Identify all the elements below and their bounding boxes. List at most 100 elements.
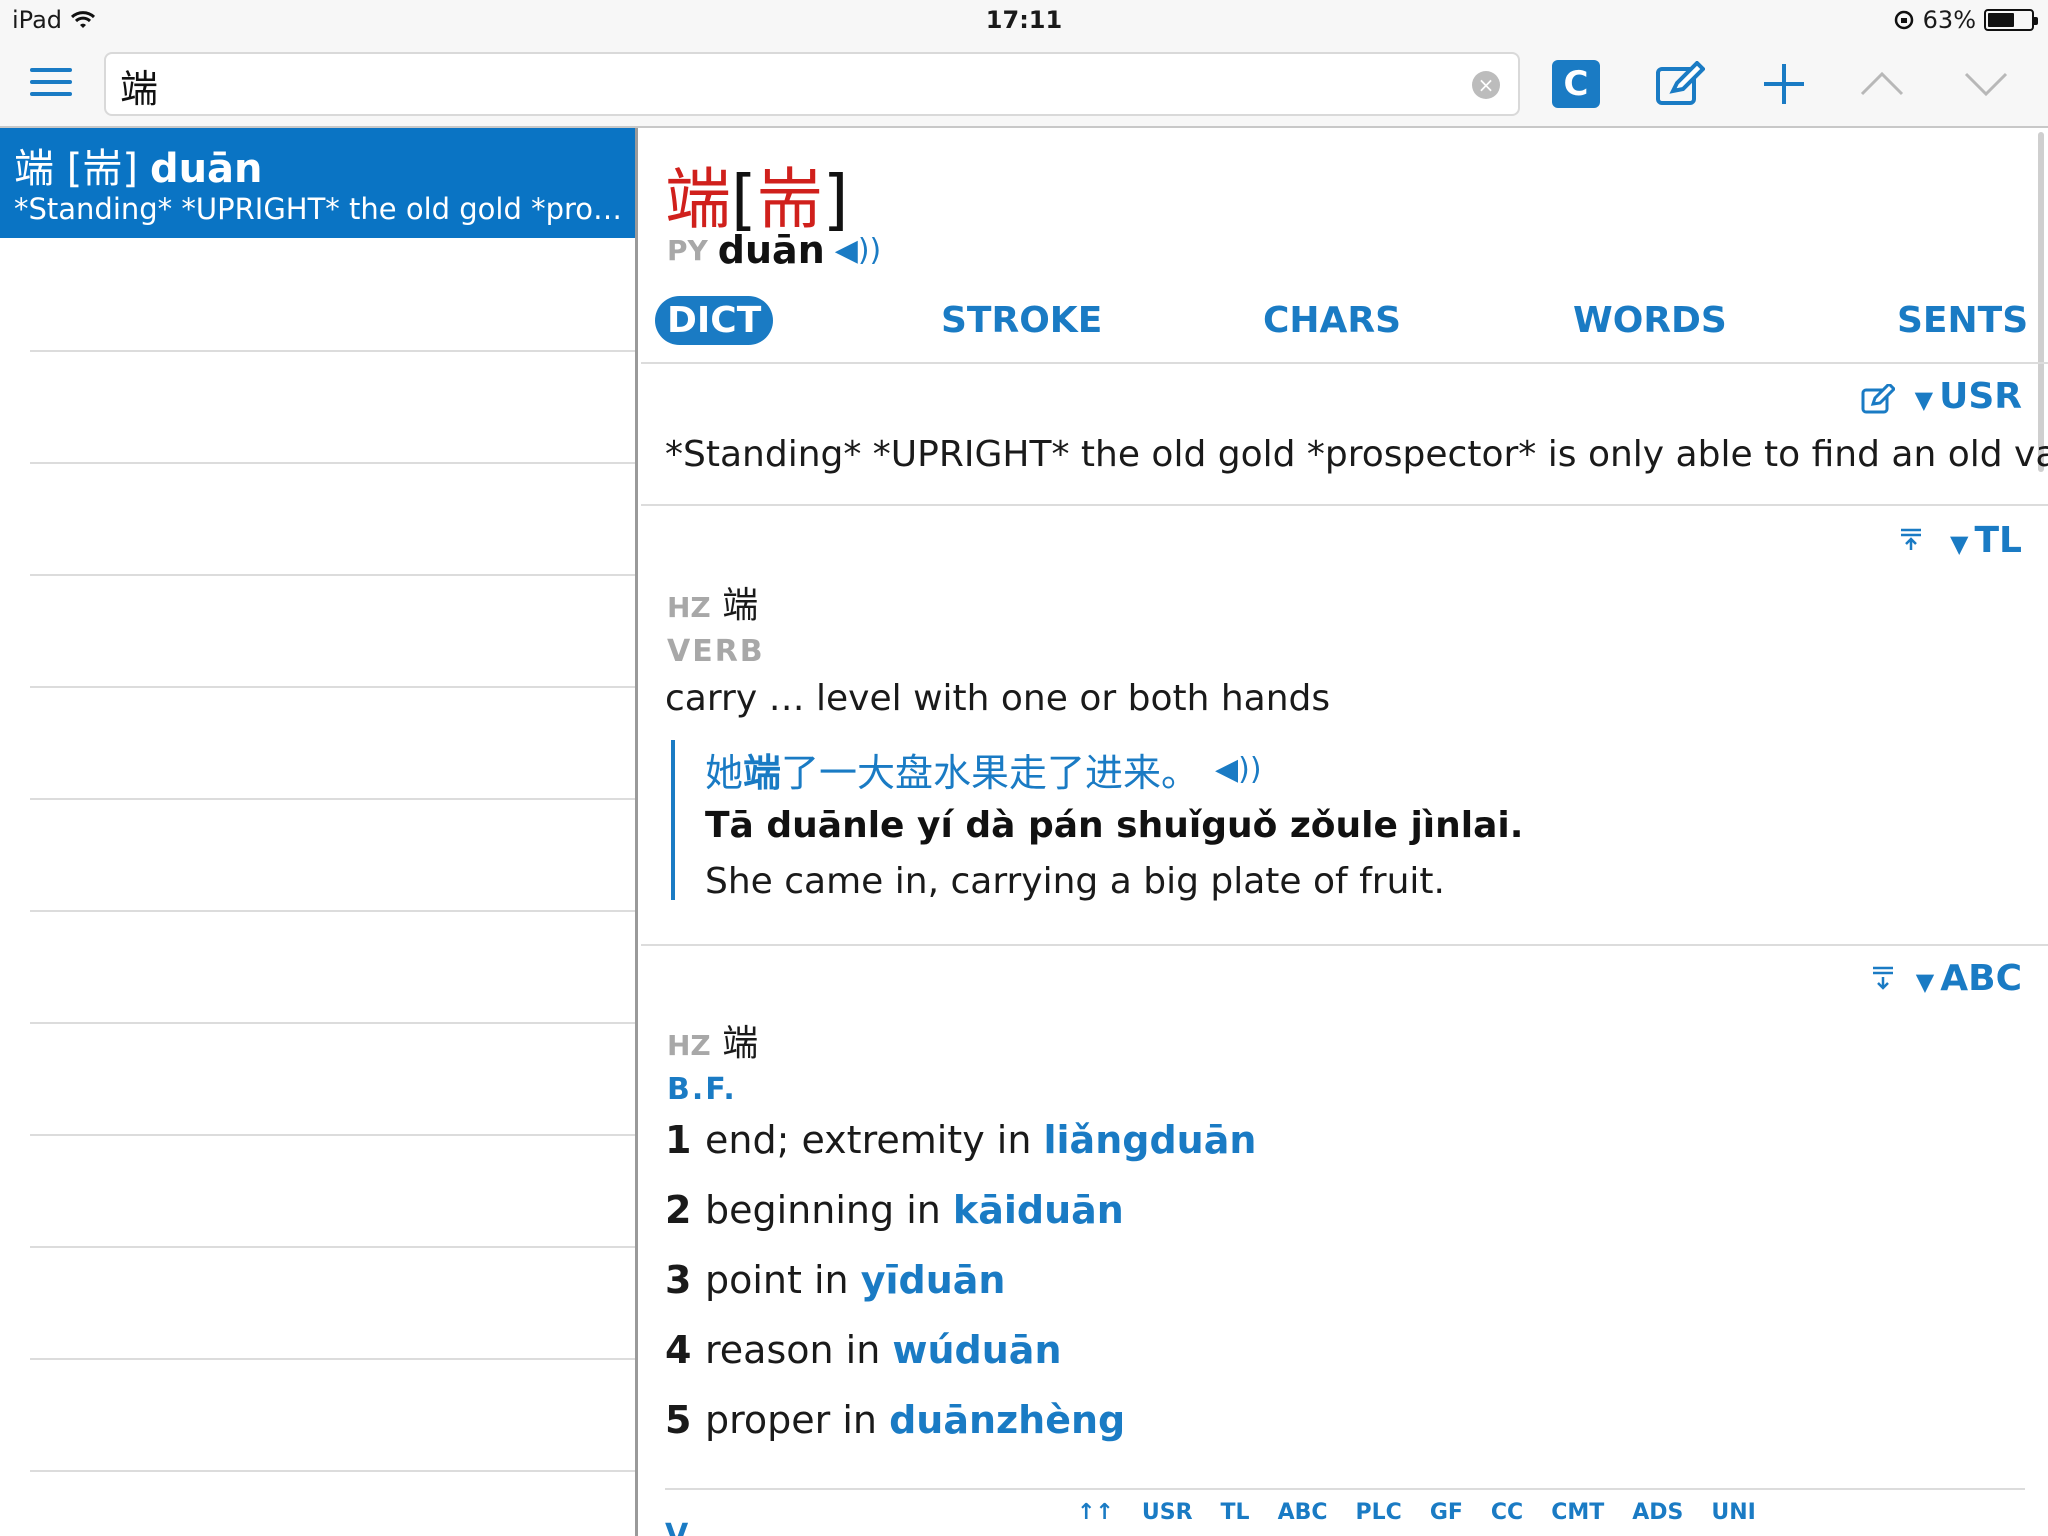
row-divider [30,1358,635,1360]
search-box: × [104,52,1520,116]
tab-words[interactable]: WORDS [1561,296,1739,345]
sense-text: reason in [705,1328,893,1372]
sense-number: 4 [665,1328,692,1372]
row-divider [30,798,635,800]
part-of-speech: B.F. [667,1072,737,1107]
example-py-pre: Tā [705,805,767,846]
hamburger-menu-icon[interactable] [30,68,72,100]
section-abc-label: ABC [1940,958,2022,999]
tl-definition: carry … level with one or both hands [665,678,1331,719]
rotation-lock-icon [1894,10,1913,30]
speaker-icon[interactable]: ◀)) [1215,752,1261,787]
result-pinyin: duān [149,146,263,192]
sense-link[interactable]: yīduān [861,1258,1006,1302]
section-nav-bar: ↑↑ USR TL ABC PLC GF CC CMT ADS UNI V [665,1488,2025,1536]
example-zh-bold: 端 [743,750,782,795]
tab-chars[interactable]: CHARS [1251,296,1413,345]
example-zh-post: 了一大盘水果走了进来。 [781,750,1200,795]
result-snippet: *Standing* *UPRIGHT* the old gold *prosp… [14,192,624,226]
bracket-close: ] [822,161,849,238]
chevron-down-icon[interactable] [1960,58,2012,110]
row-divider [30,1022,635,1024]
edit-icon[interactable] [1861,381,1897,421]
headword-variant: 耑 [756,161,823,238]
sense-text: point in [705,1258,861,1302]
example-chinese: 她端了一大盘水果走了进来。 ◀)) [705,740,1971,798]
hz-tag: HZ [667,591,711,624]
sense-item: 4 reason in wúduān [665,1328,1062,1372]
results-list: 端 [耑] duān *Standing* *UPRIGHT* the old g… [0,128,638,1536]
divider [641,362,2048,364]
status-right: 63% [1893,6,2038,34]
sense-item: 3 point in yīduān [665,1258,1005,1302]
row-divider [30,350,635,352]
sense-text: proper in [705,1398,890,1442]
section-abc-toggle[interactable]: ▼ ABC [1916,958,2022,999]
clock: 17:11 [985,6,1063,34]
sense-link[interactable]: kāiduān [953,1188,1124,1232]
row-divider [30,574,635,576]
example-pinyin: Tā duānle yí dà pán shuǐguǒ zǒule jìnlai… [705,798,1971,854]
sense-item: 2 beginning in kāiduān [665,1188,1124,1232]
example-english: She came in, carrying a big plate of fru… [705,861,1445,902]
toolbar: × C [0,40,2048,128]
tab-stroke[interactable]: STROKE [929,296,1114,345]
row-divider [30,910,635,912]
divider [641,944,2048,946]
tab-sents[interactable]: SENTS [1885,296,2040,345]
collapse-down-icon[interactable] [1871,964,1895,997]
partial-next-heading: V [665,1518,689,1536]
battery-percent: 63% [1922,6,1976,34]
abc-hz: 端 [722,1023,759,1064]
result-headword: 端 [耑] duān [14,136,263,194]
chevron-up-icon[interactable] [1856,58,1908,110]
sense-link[interactable]: wúduān [892,1328,1061,1372]
nav-cc-link[interactable]: CC [1491,1500,1523,1525]
row-divider [30,686,635,688]
nav-abc-link[interactable]: ABC [1278,1500,1328,1525]
row-divider [30,1470,635,1472]
search-input[interactable] [120,60,1440,110]
nav-cmt-link[interactable]: CMT [1551,1500,1604,1525]
part-of-speech: VERB [667,634,765,669]
clear-circle-icon[interactable]: × [1472,71,1500,99]
speaker-icon[interactable]: ◀)) [835,233,881,268]
list-item[interactable]: 端 [耑] duān *Standing* *UPRIGHT* the old g… [0,128,635,238]
headword-char: 端 [665,161,731,238]
nav-top-link[interactable]: ↑↑ [1077,1500,1114,1525]
sense-link[interactable]: liǎngduān [1044,1118,1257,1162]
py-tag: PY [667,233,708,267]
example-py-bold: duān [766,805,868,846]
sense-text: end; extremity in [705,1118,1044,1162]
c-button[interactable]: C [1552,60,1600,108]
status-bar: iPad 17:11 63% [0,0,2048,40]
tl-hz-line: HZ 端 [667,576,758,628]
row-divider [30,1134,635,1136]
plus-icon[interactable] [1758,58,1810,110]
tab-dict[interactable]: DICT [655,296,774,345]
example-zh-pre: 她 [705,750,744,795]
section-tl-label: TL [1974,520,2023,561]
sense-item: 1 end; extremity in liǎngduān [665,1118,1256,1162]
abc-hz-line: HZ 端 [667,1014,758,1066]
sense-text: beginning in [705,1188,953,1232]
nav-tl-link[interactable]: TL [1221,1500,1250,1525]
nav-gf-link[interactable]: GF [1430,1500,1463,1525]
nav-uni-link[interactable]: UNI [1711,1500,1755,1525]
collapse-up-icon[interactable] [1899,526,1923,559]
row-divider [30,462,635,464]
section-tl-toggle[interactable]: ▼ TL [1950,520,2022,561]
nav-usr-link[interactable]: USR [1142,1500,1193,1525]
tab-bar: DICT STROKE CHARS WORDS SENTS [641,288,2048,368]
sense-link[interactable]: duānzhèng [889,1398,1125,1442]
nav-ads-link[interactable]: ADS [1632,1500,1683,1525]
compose-icon[interactable] [1654,58,1706,110]
result-hanzi: 端 [耑] [14,146,138,192]
row-divider [30,1246,635,1248]
usr-note: *Standing* *UPRIGHT* the old gold *prosp… [665,434,2048,475]
section-usr-toggle[interactable]: ▼ USR [1915,376,2022,417]
nav-plc-link[interactable]: PLC [1356,1500,1402,1525]
pinyin: duān [717,228,825,272]
entry-detail: 端[耑] PY duān ◀)) DICT STROKE CHARS WORDS… [641,128,2048,1536]
divider [641,504,2048,506]
